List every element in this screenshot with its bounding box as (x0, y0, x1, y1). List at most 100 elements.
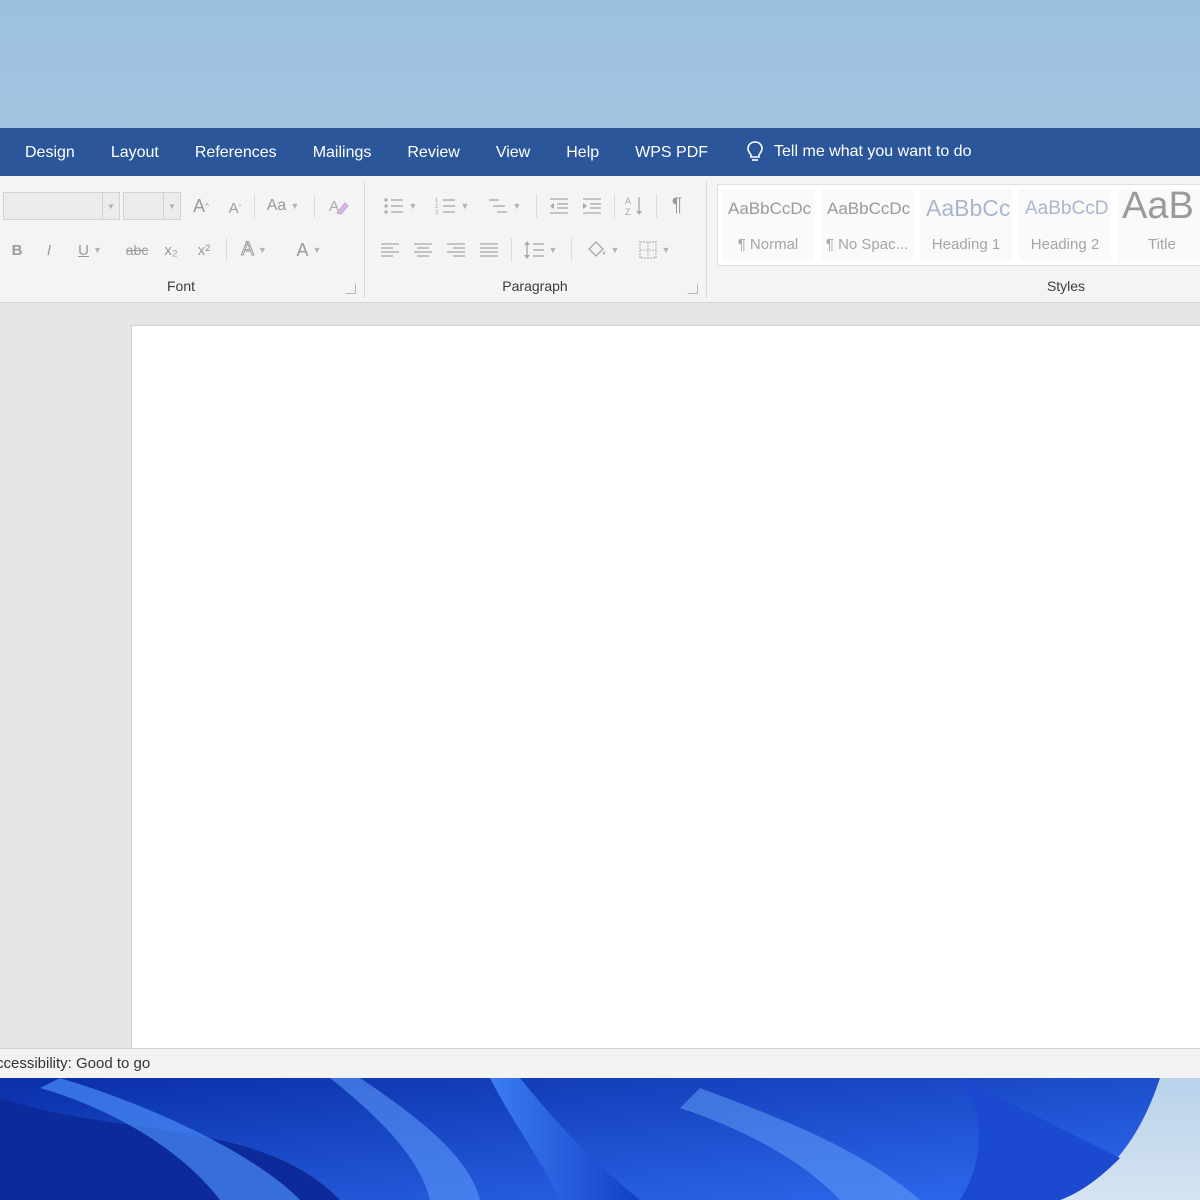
font-group: ▼ ▼ A ^ Aˇ Aa ▼ A B I U ▼ abc x₂ x² A ▼ … (0, 176, 362, 302)
style-name: Heading 2 (1030, 236, 1100, 253)
style-name: ¶ Normal (737, 236, 799, 253)
tab-mailings[interactable]: Mailings (295, 128, 390, 176)
paragraph-dialog-launcher-icon[interactable] (687, 283, 698, 294)
svg-text:A: A (625, 196, 631, 206)
justify-button[interactable] (477, 237, 501, 263)
status-bar: ccessibility: Good to go (0, 1048, 1200, 1078)
numbering-button[interactable]: 1 2 3 ▼ (430, 193, 474, 219)
divider (614, 194, 615, 218)
shading-button[interactable]: ▼ (580, 237, 624, 263)
divider (226, 238, 227, 262)
accessibility-status[interactable]: ccessibility: Good to go (0, 1049, 150, 1078)
increase-indent-icon (583, 198, 601, 214)
align-right-button[interactable] (444, 237, 468, 263)
font-size-combo[interactable]: ▼ (123, 192, 181, 220)
text-effects-button[interactable]: A ▼ (233, 237, 275, 263)
change-case-button[interactable]: Aa ▼ (262, 193, 304, 219)
style-name: Heading 1 (931, 236, 1001, 253)
font-group-label: Font (166, 278, 195, 294)
grow-font-button[interactable]: A ^ (190, 193, 212, 219)
sort-button[interactable]: A Z (622, 193, 648, 219)
tab-wps-pdf[interactable]: WPS PDF (617, 128, 726, 176)
word-window: Design Layout References Mailings Review… (0, 128, 1200, 1078)
font-color-button[interactable]: A ▼ (287, 237, 331, 263)
line-spacing-icon (523, 241, 544, 259)
paragraph-group: ▼ 1 2 3 ▼ ▼ A Z ¶ ▼ ▼ ▼ Paragraph (366, 176, 704, 302)
chevron-down-icon[interactable]: ▼ (102, 193, 119, 219)
tab-view[interactable]: View (478, 128, 548, 176)
style-no-spacing[interactable]: AaBbCcDc ¶ No Spac... (821, 189, 913, 261)
paint-bucket-icon (587, 241, 605, 257)
decrease-indent-button[interactable] (546, 193, 572, 219)
borders-icon (638, 241, 657, 259)
tab-help[interactable]: Help (548, 128, 617, 176)
style-preview: AaBbCc (926, 195, 1011, 221)
underline-icon: U (78, 241, 89, 259)
multilevel-list-button[interactable]: ▼ (482, 193, 526, 219)
font-dialog-launcher-icon[interactable] (345, 283, 356, 294)
style-name: Title (1148, 236, 1176, 253)
tell-me-search[interactable]: Tell me what you want to do (746, 128, 971, 176)
divider (511, 238, 512, 262)
show-formatting-marks-button[interactable]: ¶ (664, 193, 690, 219)
divider (314, 194, 315, 218)
italic-button[interactable]: I (38, 237, 60, 263)
chevron-down-icon[interactable]: ▼ (163, 193, 180, 219)
increase-indent-button[interactable] (579, 193, 605, 219)
decrease-indent-icon (550, 198, 568, 214)
style-preview: AaBbCcDc (728, 199, 812, 218)
font-color-icon: A (296, 239, 309, 260)
style-preview: AaBbCcD (1025, 198, 1109, 219)
shrink-font-button[interactable]: Aˇ (224, 195, 246, 221)
tab-references[interactable]: References (177, 128, 295, 176)
tab-layout[interactable]: Layout (93, 128, 177, 176)
group-separator (364, 182, 365, 298)
bold-button[interactable]: B (6, 237, 28, 263)
divider (254, 194, 255, 218)
tell-me-text: Tell me what you want to do (774, 143, 972, 160)
clear-formatting-icon: A (329, 198, 349, 215)
align-right-icon (447, 243, 465, 257)
document-area (0, 303, 1200, 1051)
tab-design[interactable]: Design (0, 128, 93, 176)
style-preview: AaBbCcDc (827, 199, 911, 218)
clear-formatting-button[interactable]: A (325, 193, 351, 219)
borders-button[interactable]: ▼ (632, 237, 676, 263)
subscript-button[interactable]: x₂ (158, 237, 184, 263)
underline-button[interactable]: U ▼ (70, 237, 110, 263)
strikethrough-button[interactable]: abc (122, 237, 152, 263)
group-separator (706, 182, 707, 298)
change-case-icon: Aa (266, 197, 287, 214)
ribbon: ▼ ▼ A ^ Aˇ Aa ▼ A B I U ▼ abc x₂ x² A ▼ … (0, 176, 1200, 303)
style-preview: AaB (1122, 189, 1194, 227)
style-heading-2[interactable]: AaBbCcD Heading 2 (1019, 189, 1111, 261)
align-left-button[interactable] (378, 237, 402, 263)
divider (536, 194, 537, 218)
line-spacing-button[interactable]: ▼ (518, 237, 562, 263)
divider (656, 194, 657, 218)
font-name-combo[interactable]: ▼ (3, 192, 120, 220)
shrink-font-icon: A (228, 199, 239, 217)
lightbulb-icon (747, 141, 763, 161)
style-heading-1[interactable]: AaBbCc Heading 1 (920, 189, 1012, 261)
superscript-button[interactable]: x² (191, 237, 217, 263)
style-title[interactable]: AaB Title (1118, 189, 1200, 261)
style-name: ¶ No Spac... (825, 236, 909, 253)
align-center-icon (414, 243, 432, 257)
multilevel-list-icon (488, 199, 507, 213)
divider (571, 238, 572, 262)
justify-icon (480, 243, 498, 257)
style-normal[interactable]: AaBbCcDc ¶ Normal (722, 189, 814, 261)
styles-group-label: Styles (1046, 278, 1086, 294)
svg-text:3: 3 (435, 210, 439, 216)
align-center-button[interactable] (411, 237, 435, 263)
numbering-icon: 1 2 3 (435, 198, 455, 216)
desktop-wallpaper-top (0, 0, 1200, 130)
paragraph-group-label: Paragraph (502, 278, 568, 294)
grow-font-icon: A (193, 195, 206, 216)
svg-text:Z: Z (625, 207, 631, 217)
document-page[interactable] (131, 325, 1200, 1051)
bullets-button[interactable]: ▼ (378, 193, 422, 219)
tab-review[interactable]: Review (389, 128, 477, 176)
text-effects-icon: A (241, 239, 255, 261)
